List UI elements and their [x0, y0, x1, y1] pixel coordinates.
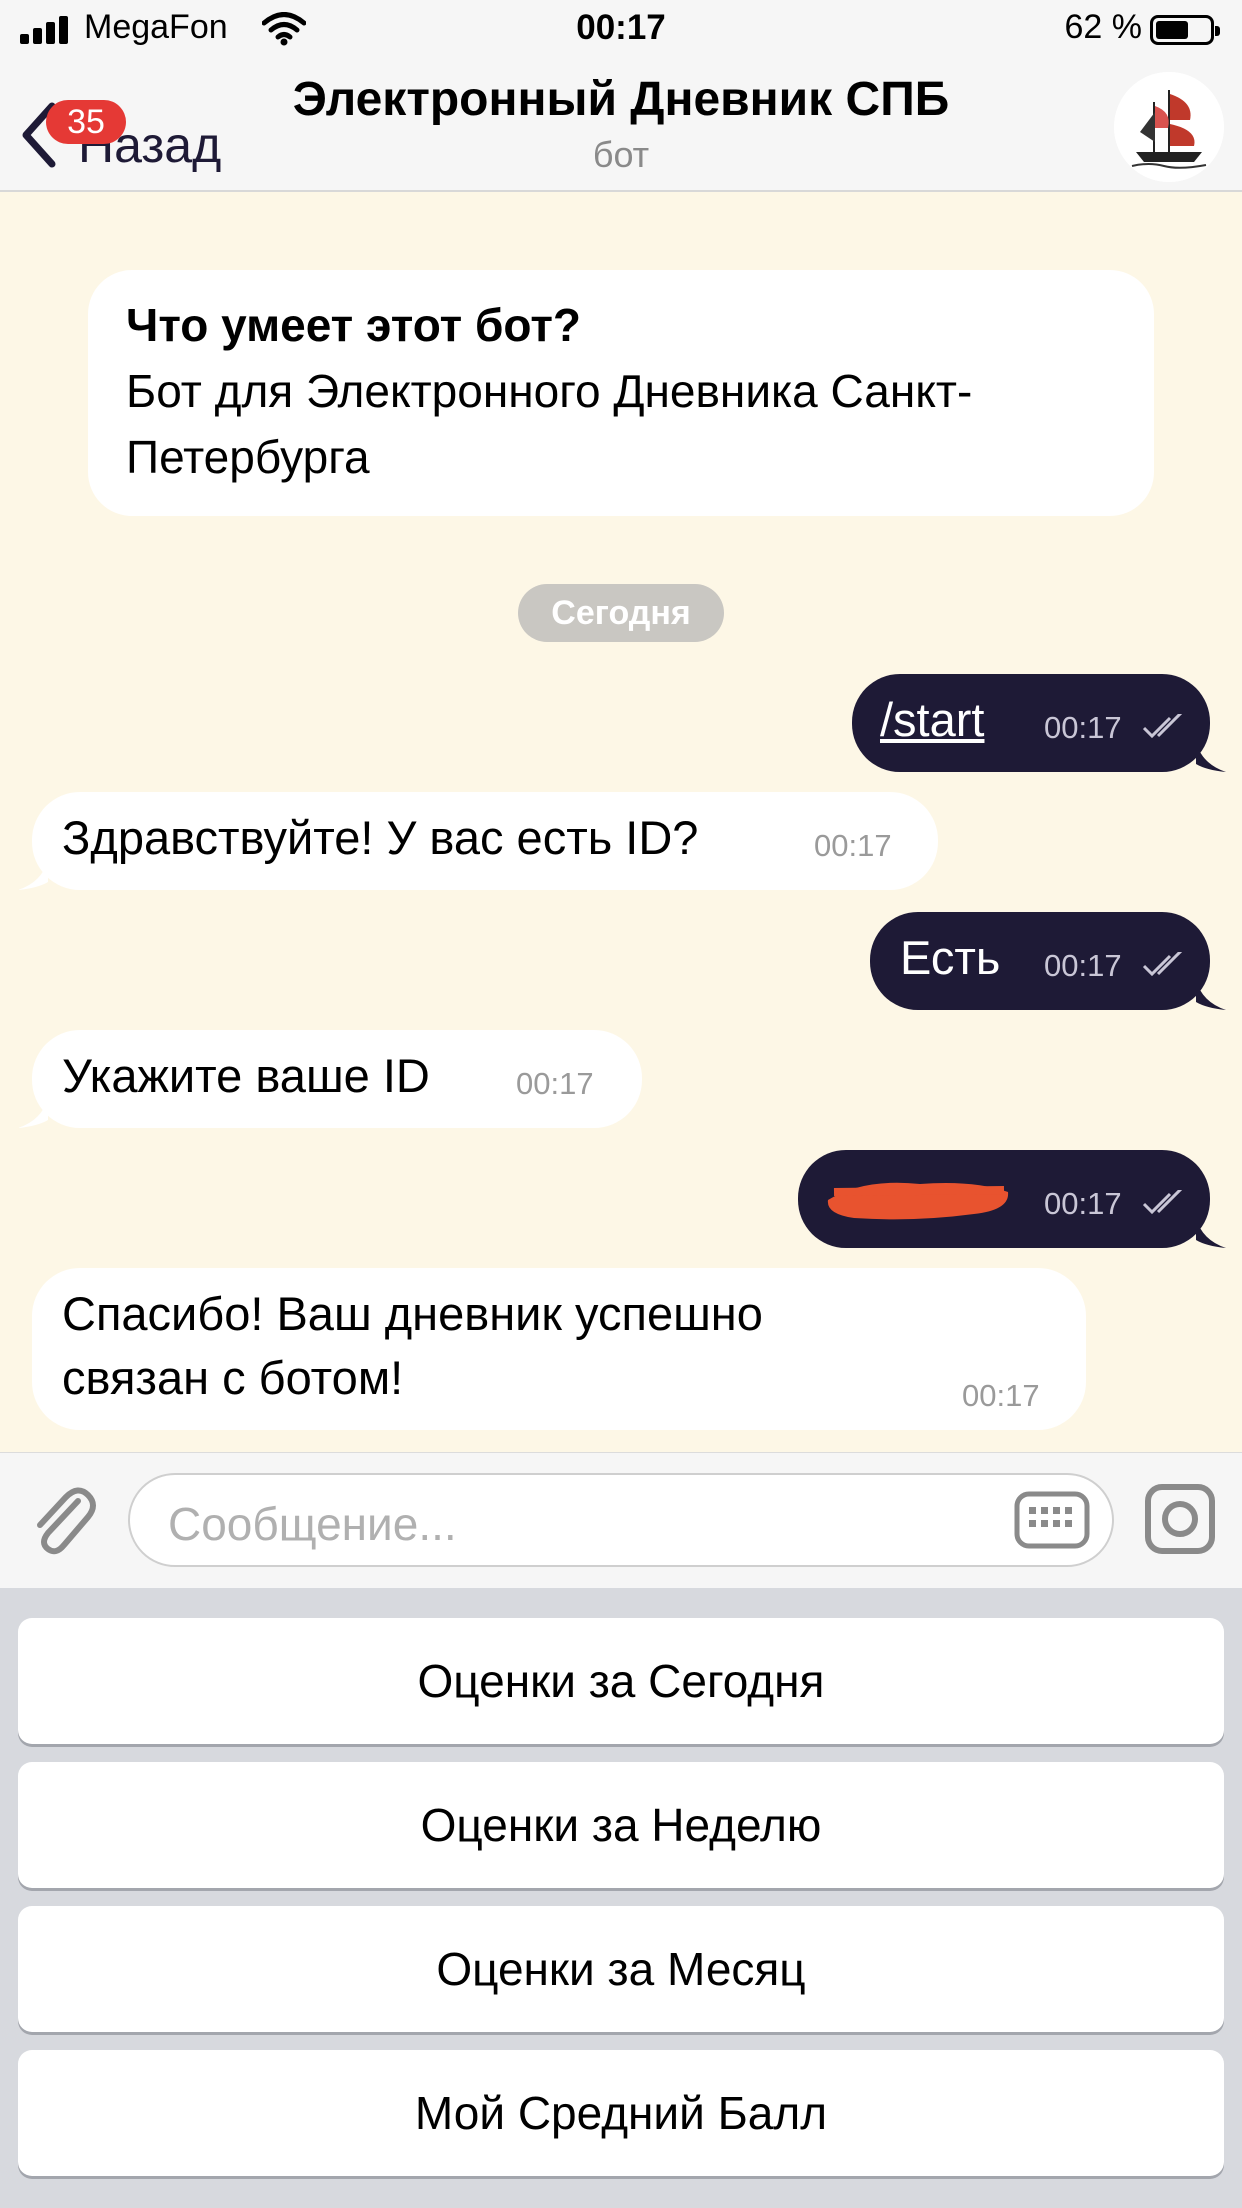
grades-week-button[interactable]: Оценки за Неделю — [18, 1762, 1224, 1888]
message-text: Есть — [900, 931, 1001, 984]
message-text: Здравствуйте! У вас есть ID? — [62, 811, 699, 864]
chat-subtitle: бот — [592, 134, 650, 175]
outgoing-message[interactable]: Есть 00:17 — [870, 912, 1210, 1010]
bot-keyboard-icon[interactable] — [1014, 1491, 1090, 1549]
bubble-tail — [1196, 980, 1226, 1010]
message-text: Спасибо! Ваш дневник успешно связан с бо… — [62, 1287, 763, 1404]
message-input[interactable]: Сообщение... — [128, 1473, 1114, 1567]
message-placeholder: Сообщение... — [168, 1498, 457, 1550]
outgoing-message[interactable]: /start 00:17 — [852, 674, 1210, 772]
message-time: 00:17 — [962, 1378, 1040, 1413]
battery-icon — [1150, 15, 1220, 45]
message-composer: Сообщение... — [0, 1452, 1242, 1588]
bot-description-title: Что умеет этот бот? — [126, 299, 581, 351]
message-time: 00:17 — [1044, 1186, 1122, 1221]
bot-description-card: Что умеет этот бот? Бот для Электронного… — [88, 270, 1154, 516]
chat-header: Назад 35 Электронный Дневник СПБ бот — [0, 62, 1242, 192]
message-time: 00:17 — [516, 1066, 594, 1101]
bot-reply-keyboard: Оценки за Сегодня Оценки за Неделю Оценк… — [0, 1588, 1242, 2208]
status-time: 00:17 — [576, 8, 666, 47]
date-separator: Сегодня — [518, 584, 724, 642]
message-text: Укажите ваше ID — [62, 1049, 430, 1102]
average-grade-button[interactable]: Мой Средний Балл — [18, 2050, 1224, 2176]
message-time: 00:17 — [814, 828, 892, 863]
redaction-scribble — [827, 1182, 1009, 1220]
bot-avatar[interactable] — [1114, 72, 1224, 182]
bubble-tail — [18, 860, 48, 890]
bubble-tail — [1196, 1218, 1226, 1248]
bot-description-text: Бот для Электронного Дневника Санкт-Пете… — [126, 365, 973, 483]
chat-title[interactable]: Электронный Дневник СПБ — [0, 72, 1242, 127]
message-time: 00:17 — [1044, 710, 1122, 745]
incoming-message[interactable]: Укажите ваше ID 00:17 — [32, 1030, 642, 1128]
grades-month-button[interactable]: Оценки за Месяц — [18, 1906, 1224, 2032]
bubble-tail — [18, 1098, 48, 1128]
battery-percent: 62 % — [1064, 8, 1143, 46]
read-double-check-icon — [1142, 952, 1183, 977]
paperclip-icon[interactable] — [28, 1483, 98, 1559]
status-bar: MegaFon 00:17 62 % — [0, 0, 1242, 62]
bot-command-link[interactable]: /start — [880, 692, 984, 747]
message-time: 00:17 — [1044, 948, 1122, 983]
read-double-check-icon — [1142, 1190, 1183, 1215]
bubble-tail — [1196, 742, 1226, 772]
grades-today-button[interactable]: Оценки за Сегодня — [18, 1618, 1224, 1744]
read-double-check-icon — [1142, 714, 1183, 739]
incoming-message[interactable]: Здравствуйте! У вас есть ID? 00:17 — [32, 792, 938, 890]
ship-icon — [1114, 72, 1224, 182]
camera-icon[interactable] — [1144, 1483, 1216, 1555]
incoming-message[interactable]: Спасибо! Ваш дневник успешно связан с бо… — [32, 1268, 1086, 1430]
outgoing-message[interactable]: 00:17 — [798, 1150, 1210, 1248]
chat-area[interactable]: Что умеет этот бот? Бот для Электронного… — [0, 192, 1242, 1452]
